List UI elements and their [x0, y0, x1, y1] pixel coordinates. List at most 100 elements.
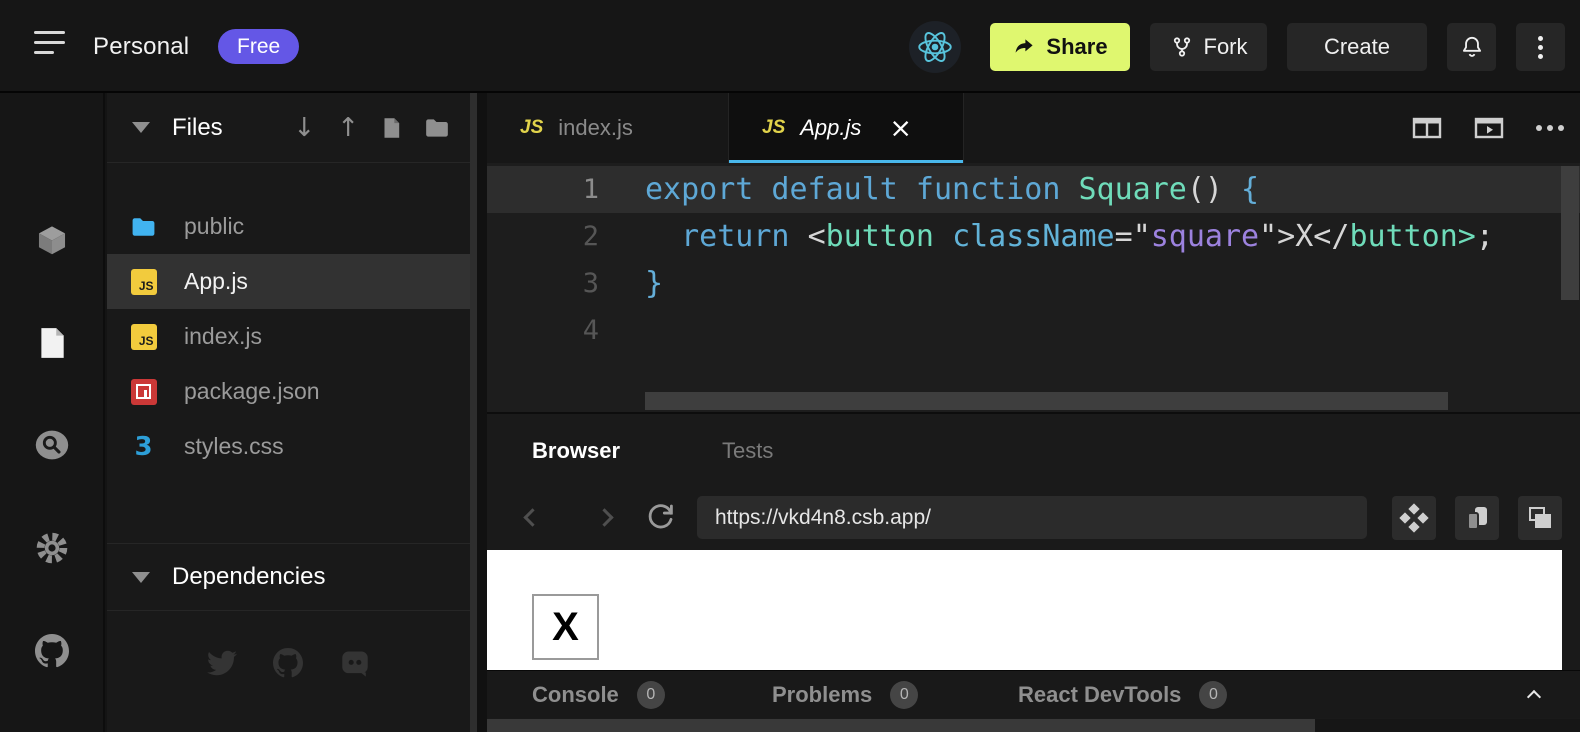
js-file-icon: JS — [762, 117, 785, 139]
code-editor[interactable]: 1 export default function Square() { 2 ret… — [487, 163, 1580, 412]
code-text: return <button className="square">X</but… — [645, 219, 1494, 254]
tab-appjs[interactable]: JS App.js × — [729, 93, 964, 163]
sidebar-item-github[interactable] — [28, 627, 76, 675]
code-text: } — [645, 266, 663, 301]
line-number: 1 — [487, 174, 632, 205]
code-line[interactable]: 1 export default function Square() { — [487, 166, 1580, 213]
file-icon — [36, 326, 68, 360]
workspace-name[interactable]: Personal — [93, 33, 189, 61]
react-atom-icon — [917, 29, 953, 65]
react-devtools-tab[interactable]: React DevTools 0 — [1018, 671, 1227, 719]
file-row-indexjs[interactable]: JS index.js — [107, 309, 470, 364]
new-folder-icon — [424, 116, 450, 140]
fork-button[interactable]: Fork — [1150, 23, 1267, 71]
duplicate-preview-button[interactable] — [1455, 496, 1499, 540]
preview-actions-button[interactable] — [1392, 496, 1436, 540]
editor-tab-bar: JS index.js JS App.js × — [487, 93, 1580, 163]
sidebar-item-sandbox[interactable] — [28, 216, 76, 264]
file-name: index.js — [184, 323, 262, 350]
files-section-header[interactable]: Files ↓ ↑ — [107, 93, 470, 163]
file-row-appjs[interactable]: JS App.js — [107, 254, 470, 309]
code-text: export default function Square() { — [645, 172, 1259, 207]
download-button[interactable]: ↓ — [293, 113, 315, 143]
split-view-button[interactable] — [1412, 115, 1442, 141]
preview-window-icon — [1474, 115, 1504, 141]
plan-badge[interactable]: Free — [218, 29, 299, 64]
code-line[interactable]: 4 — [487, 307, 1580, 354]
npm-icon — [130, 378, 157, 405]
tab-indexjs[interactable]: JS index.js — [487, 93, 729, 163]
close-tab-icon[interactable]: × — [889, 115, 912, 142]
split-view-icon — [1412, 115, 1442, 141]
back-button[interactable] — [515, 504, 549, 534]
browser-preview: X — [487, 550, 1562, 670]
twitter-icon[interactable] — [207, 648, 237, 678]
file-name: public — [184, 213, 244, 240]
social-links — [107, 623, 470, 703]
square-game-button[interactable]: X — [532, 594, 599, 660]
github-icon — [35, 634, 69, 668]
js-icon: JS — [130, 323, 157, 350]
file-row-stylescss[interactable]: 3 styles.css — [107, 419, 470, 474]
new-file-button[interactable] — [381, 116, 402, 140]
console-tab[interactable]: Console 0 — [532, 671, 665, 719]
github-icon[interactable] — [273, 648, 303, 678]
problems-count-badge: 0 — [890, 681, 918, 709]
dependencies-title: Dependencies — [172, 563, 325, 591]
react-devtools-count-badge: 0 — [1199, 681, 1227, 709]
tab-browser[interactable]: Browser — [532, 414, 620, 487]
code-line[interactable]: 3} — [487, 260, 1580, 307]
editor-vertical-scrollbar[interactable] — [1561, 166, 1579, 300]
expand-devtools-button[interactable] — [1519, 685, 1549, 709]
refresh-button[interactable] — [645, 500, 677, 532]
react-logo[interactable] — [909, 21, 961, 73]
forward-icon — [595, 508, 613, 526]
panel-gap — [477, 93, 487, 732]
search-icon — [34, 427, 70, 463]
back-icon — [523, 508, 541, 526]
js-icon: JS — [130, 268, 157, 295]
fork-icon — [1170, 35, 1194, 59]
editor-region: JS index.js JS App.js × — [487, 93, 1580, 732]
editor-tab-actions — [1412, 93, 1564, 163]
panel-resize-divider[interactable] — [470, 93, 477, 732]
devtools-scrollbar[interactable] — [487, 719, 1315, 732]
sidebar-item-search[interactable] — [28, 421, 76, 469]
sidebar-item-settings[interactable] — [28, 524, 76, 572]
activity-bar — [0, 93, 105, 732]
line-number: 2 — [487, 221, 632, 252]
files-panel: Files ↓ ↑ public — [107, 93, 470, 732]
folder-icon — [130, 213, 157, 240]
share-button[interactable]: Share — [990, 23, 1130, 71]
code-line[interactable]: 2 return <button className="square">X</b… — [487, 213, 1580, 260]
cube-icon — [35, 223, 69, 257]
new-folder-button[interactable] — [424, 116, 450, 140]
create-button[interactable]: Create — [1287, 23, 1427, 71]
tab-tests[interactable]: Tests — [722, 414, 773, 487]
kebab-menu-button[interactable] — [1516, 23, 1565, 71]
notifications-button[interactable] — [1447, 23, 1496, 71]
bell-icon — [1459, 34, 1485, 60]
discord-icon[interactable] — [339, 649, 371, 677]
preview-panel: Browser Tests X — [487, 412, 1580, 732]
dependencies-section-header[interactable]: Dependencies — [107, 543, 470, 611]
file-row-packagejson[interactable]: package.json — [107, 364, 470, 419]
forward-button[interactable] — [587, 504, 621, 534]
menu-icon — [34, 31, 65, 34]
preview-window-button[interactable] — [1474, 115, 1504, 141]
file-name: styles.css — [184, 433, 284, 460]
console-count-badge: 0 — [637, 681, 665, 709]
files-actions: ↓ ↑ — [293, 93, 450, 163]
file-row-public[interactable]: public — [107, 199, 470, 254]
more-actions-button[interactable] — [1536, 125, 1564, 131]
share-arrow-icon — [1012, 35, 1036, 59]
editor-horizontal-scrollbar[interactable] — [645, 392, 1448, 410]
url-input[interactable] — [697, 496, 1367, 539]
menu-button[interactable] — [34, 31, 78, 63]
problems-tab[interactable]: Problems 0 — [772, 671, 918, 719]
files-title: Files — [172, 114, 223, 142]
sidebar-item-files[interactable] — [28, 319, 76, 367]
upload-button[interactable]: ↑ — [337, 113, 359, 143]
js-file-icon: JS — [520, 117, 543, 139]
open-in-new-window-button[interactable] — [1518, 496, 1562, 540]
